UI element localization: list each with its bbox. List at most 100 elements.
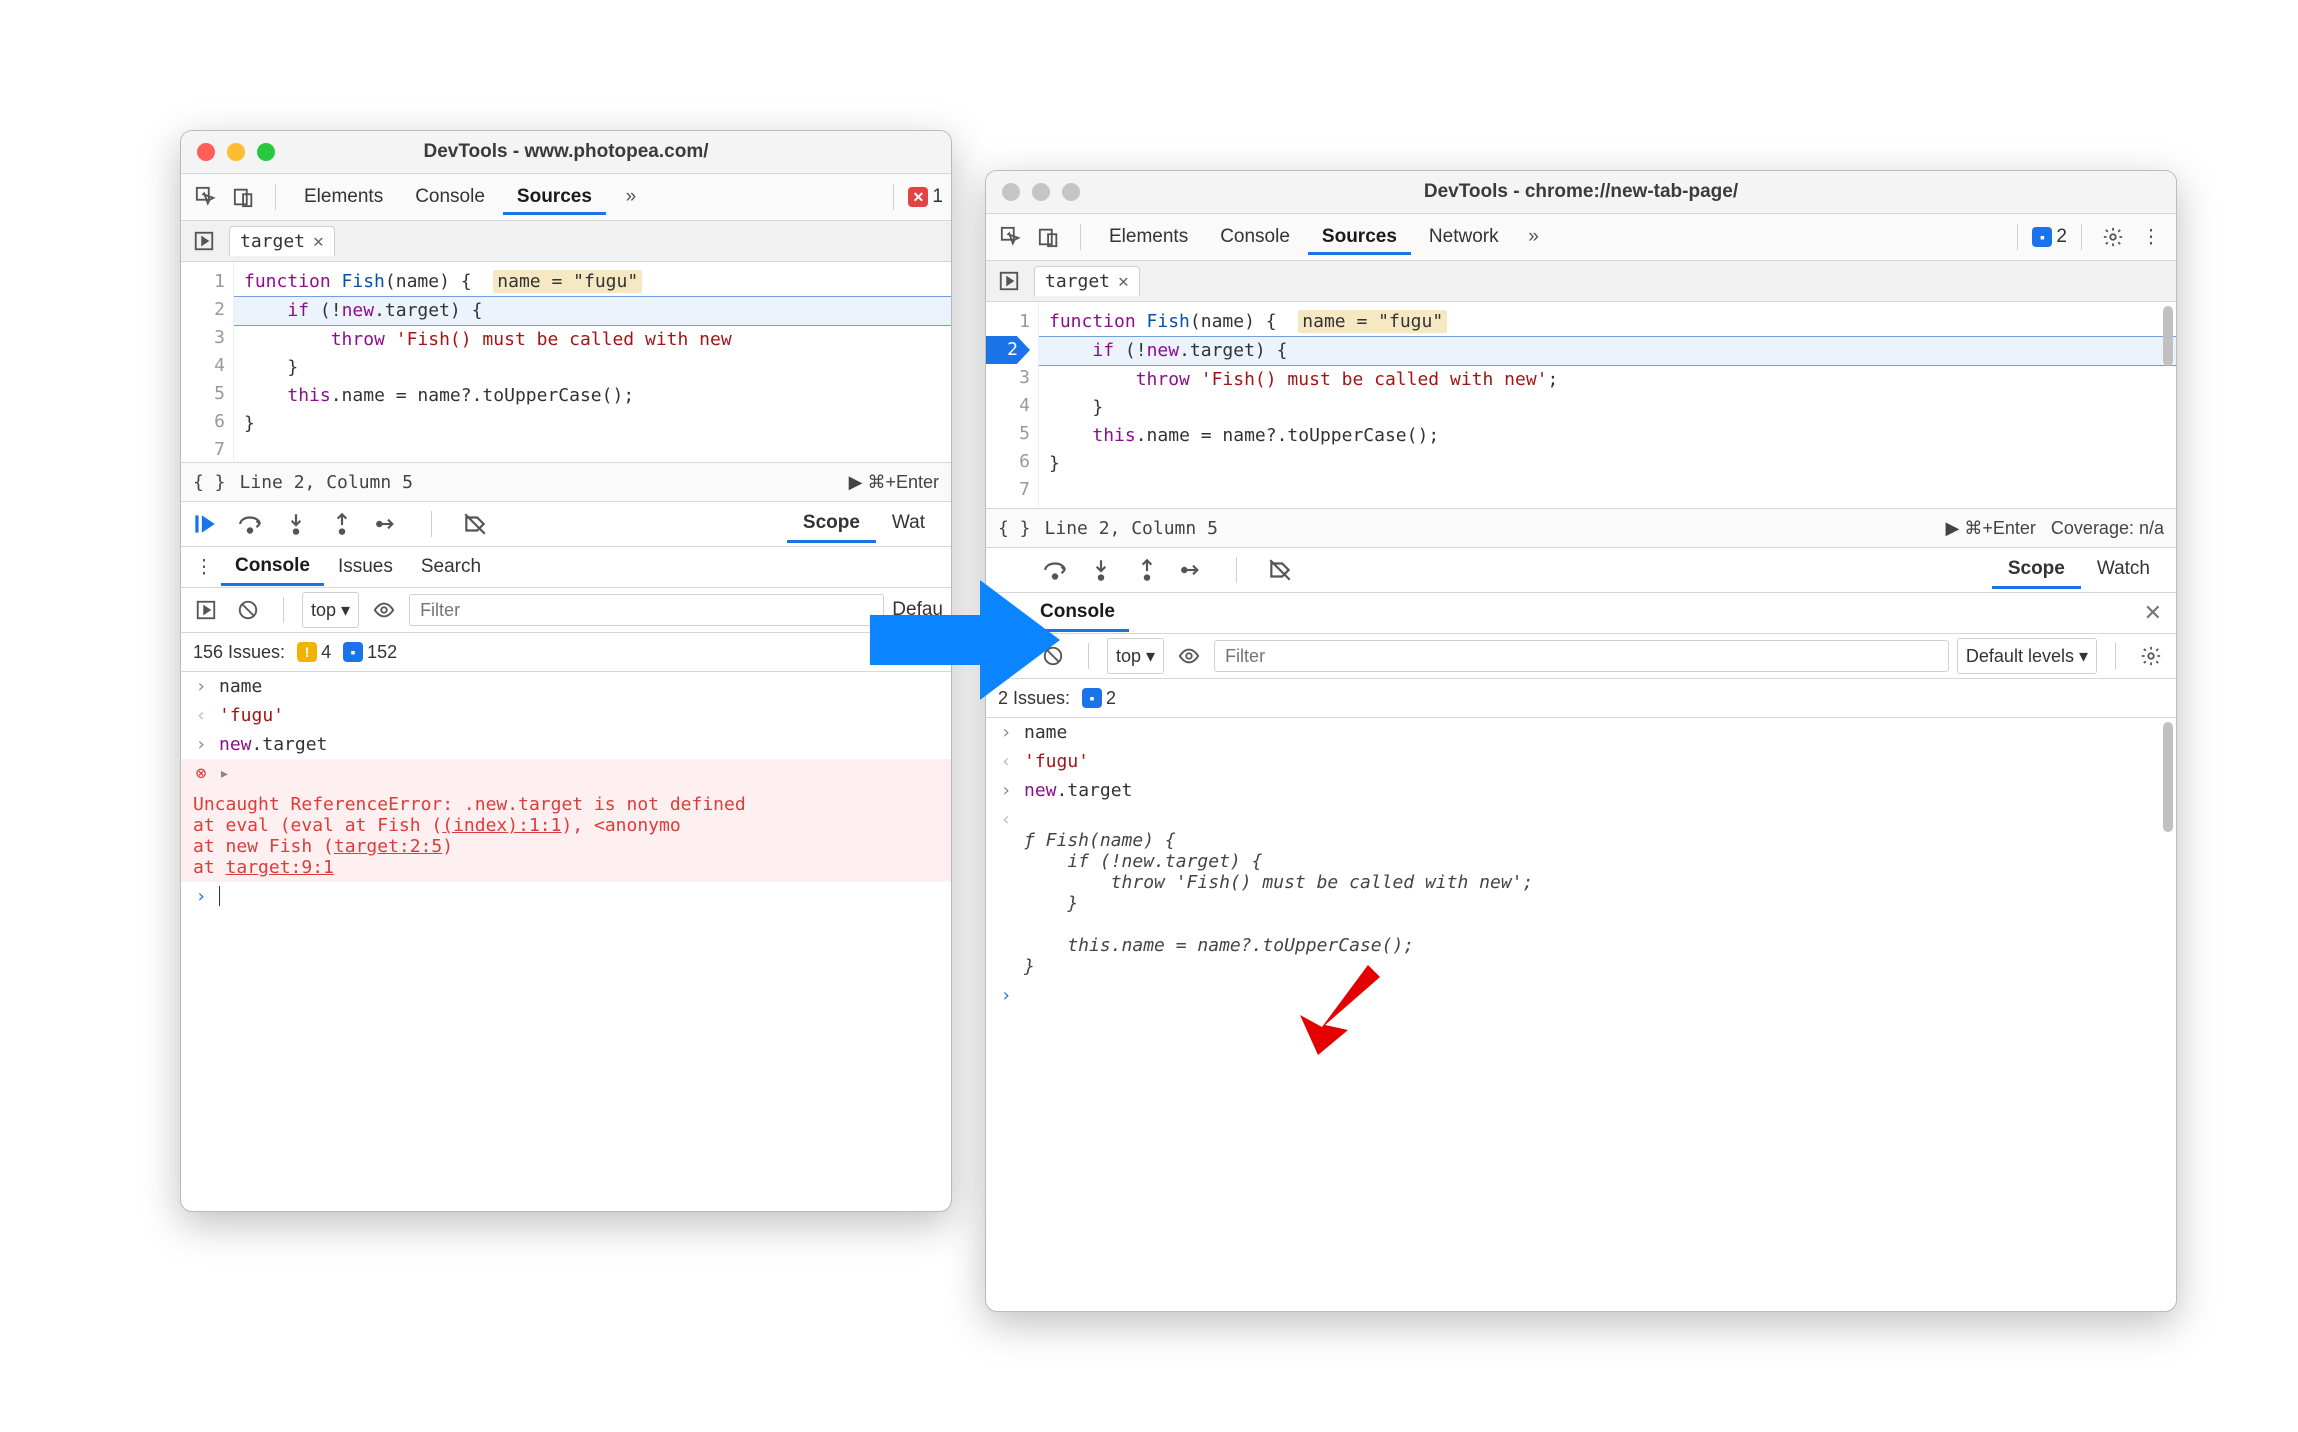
cursor-pos: Line 2, Column 5: [240, 472, 413, 493]
line-gutter[interactable]: 1 2 3 4 5 6 7: [181, 262, 234, 462]
step-over-icon[interactable]: [237, 511, 263, 537]
titlebar: DevTools - www.photopea.com/: [181, 131, 951, 174]
pretty-print-icon[interactable]: { }: [998, 518, 1031, 539]
tab-elements[interactable]: Elements: [290, 180, 397, 214]
deactivate-breakpoints-icon[interactable]: [1267, 557, 1293, 583]
console-input-echo: ›new.target: [986, 776, 2176, 805]
devtools-window-left: DevTools - www.photopea.com/ Elements Co…: [180, 130, 952, 1212]
titlebar: DevTools - chrome://new-tab-page/: [986, 171, 2176, 214]
editor-status: { } Line 2, Column 5 ▶ ⌘+Enter: [181, 462, 951, 502]
tab-issues[interactable]: Issues: [324, 550, 407, 584]
tab-watch[interactable]: Watch: [2081, 552, 2166, 589]
output-icon: ‹: [998, 809, 1014, 830]
run-hint[interactable]: ▶ ⌘+Enter: [849, 472, 939, 493]
filter-input[interactable]: [1214, 640, 1949, 672]
tab-console[interactable]: Console: [221, 549, 324, 586]
step-out-icon[interactable]: [1134, 557, 1160, 583]
message-icon: ▪: [1082, 688, 1102, 708]
console-result[interactable]: ‹ ƒ Fish(name) { if (!new.target) { thro…: [986, 805, 2176, 981]
close-icon[interactable]: ✕: [313, 231, 324, 252]
tab-elements[interactable]: Elements: [1095, 220, 1202, 254]
code-lines[interactable]: function Fish(name) { name = "fugu" if (…: [1039, 302, 2176, 508]
filetab-target[interactable]: target ✕: [1034, 266, 1140, 296]
device-toggle-icon[interactable]: [227, 180, 261, 214]
inspect-icon[interactable]: [994, 220, 1028, 254]
console-error[interactable]: ⊗ ▸ Uncaught ReferenceError: .new.target…: [181, 759, 951, 882]
more-tabs-icon[interactable]: »: [1517, 220, 1551, 254]
step-icon[interactable]: [1180, 557, 1206, 583]
console-input-echo: ›name: [986, 718, 2176, 747]
pretty-print-icon[interactable]: { }: [193, 472, 226, 493]
console-sidebar-icon[interactable]: [189, 593, 223, 627]
input-icon: ›: [998, 780, 1014, 801]
tab-console[interactable]: Console: [1206, 220, 1304, 254]
message-count[interactable]: ▪2: [2032, 226, 2067, 248]
clear-console-icon[interactable]: [231, 593, 265, 627]
annotation-arrow-icon: [860, 570, 1070, 710]
console-prompt[interactable]: ›: [181, 882, 951, 911]
issues-label[interactable]: 156 Issues:: [193, 642, 285, 663]
deactivate-breakpoints-icon[interactable]: [462, 511, 488, 537]
console-result: ‹'fugu': [986, 747, 2176, 776]
settings-icon[interactable]: [2134, 639, 2168, 673]
kebab-icon[interactable]: ⋮: [2134, 220, 2168, 254]
console-messages: ›name ‹'fugu' ›new.target ‹ ƒ Fish(name)…: [986, 718, 2176, 1010]
drawer-tabstrip: ⋮ Console Issues Search: [181, 547, 951, 588]
tab-scope[interactable]: Scope: [1992, 552, 2081, 589]
step-icon[interactable]: [375, 511, 401, 537]
tab-network[interactable]: Network: [1415, 220, 1513, 254]
step-out-icon[interactable]: [329, 511, 355, 537]
run-hint[interactable]: ▶ ⌘+Enter: [1946, 518, 2036, 538]
debugger-controls: Scope Watch: [986, 548, 2176, 593]
filetabs: target ✕: [986, 261, 2176, 302]
issues-summary: 2 Issues: ▪2: [986, 679, 2176, 718]
input-icon: ›: [193, 734, 209, 755]
filetab-label: target: [240, 231, 305, 252]
input-icon: ›: [998, 722, 1014, 743]
levels-select[interactable]: Default levels ▾: [1957, 638, 2097, 674]
resume-icon[interactable]: [191, 511, 217, 537]
step-into-icon[interactable]: [283, 511, 309, 537]
filter-input[interactable]: [409, 594, 884, 626]
code-editor: 1 2 3 4 5 6 7 function Fish(name) { name…: [181, 262, 951, 462]
input-icon: ›: [193, 676, 209, 697]
tab-console[interactable]: Console: [401, 180, 499, 214]
cursor-pos: Line 2, Column 5: [1045, 518, 1218, 539]
device-toggle-icon[interactable]: [1032, 220, 1066, 254]
coverage-label: Coverage: n/a: [2051, 518, 2164, 538]
tab-sources[interactable]: Sources: [503, 180, 606, 215]
message-icon: ▪: [343, 642, 363, 662]
main-tabstrip: Elements Console Sources Network » ▪2 ⋮: [986, 214, 2176, 261]
close-icon[interactable]: ✕: [1118, 271, 1129, 292]
console-toolbar: top ▾ Default levels ▾: [986, 634, 2176, 679]
scrollbar[interactable]: [2163, 306, 2173, 366]
code-lines[interactable]: function Fish(name) { name = "fugu" if (…: [234, 262, 951, 462]
step-into-icon[interactable]: [1088, 557, 1114, 583]
line-gutter[interactable]: 1 2 3 4 5 6 7: [986, 302, 1039, 508]
tab-sources[interactable]: Sources: [1308, 220, 1411, 255]
context-select[interactable]: top ▾: [1107, 638, 1164, 674]
navigator-toggle-icon[interactable]: [187, 224, 221, 258]
inspect-icon[interactable]: [189, 180, 223, 214]
tab-watch[interactable]: Wat: [876, 506, 941, 543]
issues-summary: 156 Issues: !4 ▪152: [181, 633, 951, 672]
scrollbar[interactable]: [2163, 722, 2173, 832]
close-drawer-icon[interactable]: ✕: [2144, 600, 2162, 626]
settings-icon[interactable]: [2096, 220, 2130, 254]
console-result: ‹'fugu': [181, 701, 951, 730]
tab-search[interactable]: Search: [407, 550, 495, 584]
drawer-menu-icon[interactable]: ⋮: [187, 550, 221, 584]
debugger-controls: Scope Wat: [181, 502, 951, 547]
eye-icon[interactable]: [1172, 639, 1206, 673]
tab-scope[interactable]: Scope: [787, 506, 876, 543]
navigator-toggle-icon[interactable]: [992, 264, 1026, 298]
code-editor: 2 1 2 3 4 5 6 7 function Fish(name) { na…: [986, 302, 2176, 508]
error-count[interactable]: ✕1: [908, 186, 943, 208]
context-select[interactable]: top ▾: [302, 592, 359, 628]
more-tabs-icon[interactable]: »: [614, 180, 648, 214]
console-prompt[interactable]: ›: [986, 981, 2176, 1010]
eye-icon[interactable]: [367, 593, 401, 627]
console-toolbar: top ▾ Defau: [181, 588, 951, 633]
console-input-echo: ›name: [181, 672, 951, 701]
filetab-target[interactable]: target ✕: [229, 226, 335, 256]
